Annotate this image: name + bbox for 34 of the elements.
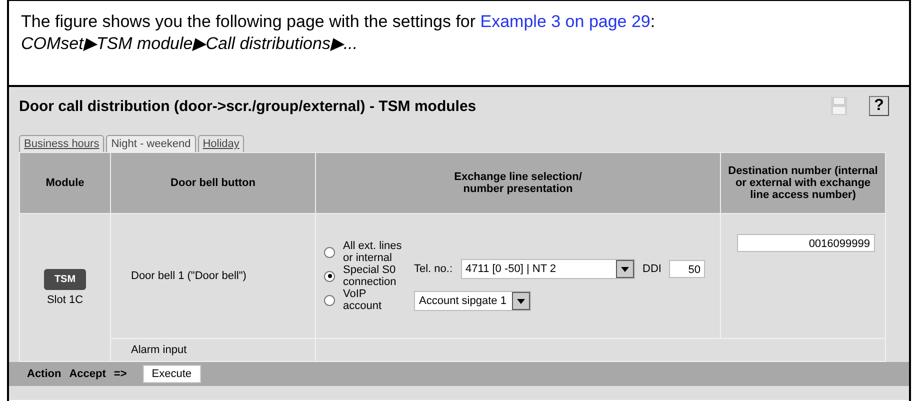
help-button[interactable]: ? [869, 96, 889, 116]
tel-label: Tel. no.: [414, 263, 453, 275]
caret-icon [512, 292, 530, 310]
column-header: Exchange line selection/ number presentation [454, 171, 582, 195]
action-value: Accept [69, 368, 106, 380]
alarm-input-label: Alarm input [131, 344, 187, 356]
page-title: Door call distribution (door->scr./group/external) - TSM modules [19, 98, 476, 114]
action-label: Action [27, 368, 62, 380]
tab[interactable]: Business hours [19, 135, 104, 152]
page-link[interactable]: Example 3 on page 29 [480, 12, 650, 31]
column-header: Module [46, 177, 84, 189]
column-header: Door bell button [170, 177, 256, 189]
intro-text: The figure shows you the following page with the settings for Example 3 on page 29: [21, 11, 656, 33]
tab[interactable]: Holiday [198, 135, 244, 152]
door-bell-label: Door bell 1 ("Door bell") [131, 270, 246, 282]
execute-button[interactable]: Execute [142, 365, 201, 383]
radio-button[interactable] [324, 246, 335, 258]
ddi-label: DDI [642, 263, 662, 275]
destination-field[interactable]: 0016099999 [737, 234, 875, 252]
voip-dropdown[interactable]: Account sipgate 1 [414, 291, 532, 311]
option-label: Special S0 connection [343, 264, 398, 288]
arrow-text: => [114, 368, 127, 380]
radio-button[interactable] [324, 294, 335, 306]
column-header: Destination number (internal or external with exchange line access number) [727, 165, 879, 201]
tel-dropdown[interactable]: 4711 [0 -50] | NT 2 [460, 259, 635, 279]
option-label: VoIP account [343, 288, 383, 312]
menu-path: COMset▶TSM module▶Call distributions▶... [21, 33, 359, 55]
slot-label: Slot 1C [46, 294, 84, 306]
caret-icon [616, 260, 634, 278]
module-badge: TSM [44, 269, 86, 290]
ddi-field[interactable]: 50 [669, 260, 706, 278]
radio-button[interactable] [324, 270, 335, 282]
tab[interactable]: Night - weekend [106, 135, 196, 152]
option-label: All ext. lines or internal [343, 240, 403, 264]
